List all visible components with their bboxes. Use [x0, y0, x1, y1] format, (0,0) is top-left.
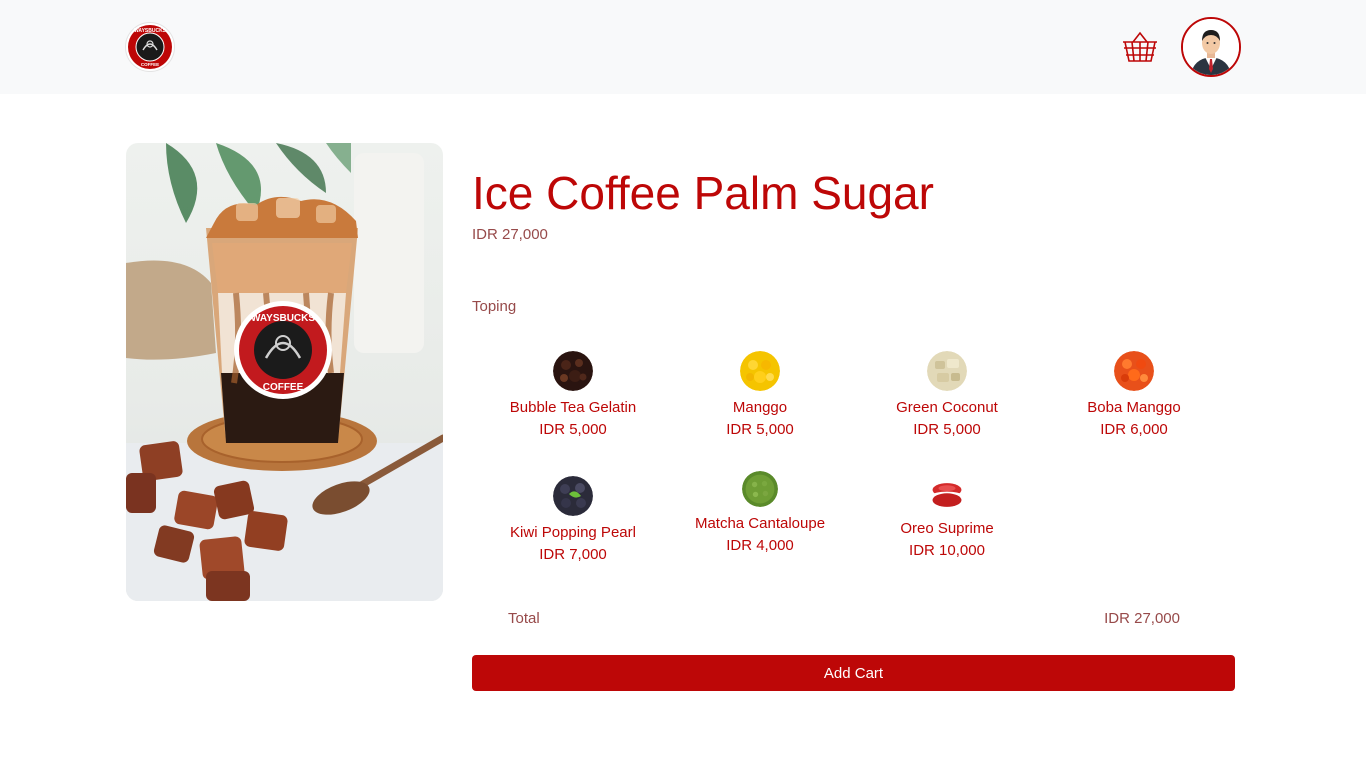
- product-price: IDR 27,000: [472, 226, 548, 243]
- matcha-cantaloupe-thumb: [742, 471, 778, 507]
- boba-manggo-thumb: [1114, 351, 1154, 391]
- topping-bubble-tea-gelatin[interactable]: Bubble Tea Gelatin IDR 5,000: [488, 351, 658, 441]
- topping-name: Matcha Cantaloupe: [694, 515, 826, 532]
- add-cart-button[interactable]: Add Cart: [472, 655, 1235, 691]
- oreo-suprime-thumb: [932, 483, 962, 507]
- topping-price: IDR 4,000: [726, 537, 794, 554]
- topping-price: IDR 6,000: [1100, 421, 1168, 438]
- green-coconut-thumb: [927, 351, 967, 391]
- cup-logo-text-top: WAYSBUCKS: [251, 313, 315, 324]
- logo-text-top: WAYSBUCKS: [134, 28, 167, 34]
- topping-kiwi-popping-pearl[interactable]: Kiwi Popping Pearl IDR 7,000: [488, 476, 658, 566]
- user-avatar[interactable]: [1181, 17, 1241, 77]
- total-label: Total: [508, 610, 540, 627]
- waysbucks-logo[interactable]: WAYSBUCKS COFFEE: [125, 22, 175, 72]
- product-image: WAYSBUCKS COFFEE: [126, 143, 443, 601]
- topping-name: Oreo Suprime: [900, 520, 994, 537]
- topping-price: IDR 7,000: [539, 546, 607, 563]
- topping-name: Green Coconut: [896, 399, 998, 416]
- toping-label: Toping: [472, 298, 517, 315]
- topping-boba-manggo[interactable]: Boba Manggo IDR 6,000: [1049, 351, 1219, 441]
- topping-name: Bubble Tea Gelatin: [509, 399, 637, 416]
- product-title: Ice Coffee Palm Sugar: [472, 167, 934, 219]
- topping-price: IDR 5,000: [539, 421, 607, 438]
- logo-text-bottom: COFFEE: [141, 62, 159, 67]
- topping-name: Manggo: [732, 399, 788, 416]
- topping-name: Kiwi Popping Pearl: [510, 524, 636, 541]
- topping-price: IDR 5,000: [726, 421, 794, 438]
- topping-manggo[interactable]: Manggo IDR 5,000: [675, 351, 845, 441]
- manggo-thumb: [740, 351, 780, 391]
- navbar: WAYSBUCKS COFFEE: [0, 0, 1366, 94]
- topping-oreo-suprime[interactable]: Oreo Suprime IDR 10,000: [862, 478, 1032, 562]
- topping-green-coconut[interactable]: Green Coconut IDR 5,000: [862, 351, 1032, 441]
- cup-logo-text-bottom: COFFEE: [263, 382, 304, 393]
- topping-price: IDR 10,000: [909, 542, 985, 559]
- topping-name: Boba Manggo: [1087, 399, 1181, 416]
- topping-price: IDR 5,000: [913, 421, 981, 438]
- basket-icon[interactable]: [1121, 30, 1159, 64]
- total-value: IDR 27,000: [1104, 610, 1180, 627]
- kiwi-popping-pearl-thumb: [553, 476, 593, 516]
- bubble-tea-gelatin-thumb: [553, 351, 593, 391]
- topping-matcha-cantaloupe[interactable]: Matcha Cantaloupe IDR 4,000: [675, 471, 845, 557]
